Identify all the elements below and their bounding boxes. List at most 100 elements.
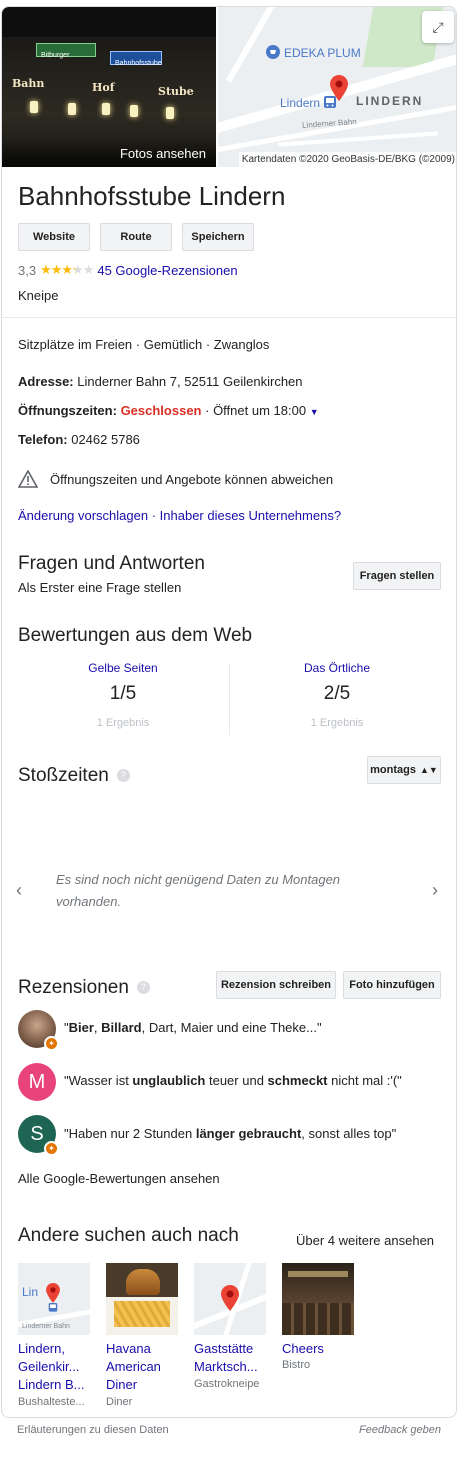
hours-row[interactable]: Öffnungszeiten: Geschlossen · Öffnet um … — [18, 403, 319, 418]
divider — [229, 663, 230, 735]
feedback-link[interactable]: Feedback geben — [359, 1424, 441, 1436]
web-review-source-name[interactable]: Gelbe Seiten — [18, 661, 228, 675]
address-label: Adresse: — [18, 374, 74, 389]
thumbnail-map[interactable]: Lin Linderner Bahn — [18, 1263, 90, 1335]
owner-link[interactable]: Inhaber dieses Unternehmens? — [160, 508, 341, 523]
item-name-line: Marktsch... — [194, 1359, 258, 1374]
photos-label[interactable]: Fotos ansehen — [2, 139, 216, 167]
map-credit: Kartendaten ©2020 GeoBasis-DE/BKG (©2009… — [238, 152, 456, 167]
business-photo[interactable]: Bitburger Bahnhofsstube Bahn Hof Stube F… — [2, 7, 216, 167]
map-thumbnail[interactable]: EDEKA PLUM Lindern LINDERN Linderner Bah… — [218, 7, 456, 167]
highlight: unglaublich — [132, 1073, 206, 1088]
photo-tables — [282, 1303, 354, 1335]
avatar: S ✦ — [18, 1115, 59, 1156]
save-button[interactable]: Speichern — [182, 223, 254, 251]
photo-lights — [288, 1271, 348, 1277]
map-label-place: Lindern — [280, 96, 321, 110]
also-search-title: Andere suchen auch nach — [18, 1225, 239, 1246]
expand-icon[interactable]: ⤢ — [422, 11, 454, 43]
rating-value: 3,3 — [18, 262, 37, 278]
chevron-down-icon[interactable]: ▼ — [310, 407, 319, 417]
photo-sign-bitburger: Bitburger — [36, 43, 96, 59]
location-pin-icon — [221, 1285, 239, 1311]
map-label-road: Linderner Bahn — [22, 1323, 70, 1330]
help-icon[interactable]: ? — [116, 769, 130, 783]
thumbnail-map[interactable] — [194, 1263, 266, 1335]
popular-times-header: Stoßzeiten? — [18, 765, 130, 787]
map-road — [218, 101, 456, 154]
review-snippet[interactable]: "Bier, Billard, Dart, Maier und eine The… — [64, 1020, 322, 1035]
also-search-item[interactable]: Cheers — [282, 1340, 324, 1358]
day-select[interactable]: montags ▲▼ — [367, 756, 441, 784]
reviews-title: Rezensionen — [18, 977, 129, 998]
chevron-left-icon[interactable]: ‹ — [16, 880, 22, 901]
thumbnail-food-photo[interactable] — [106, 1263, 178, 1335]
add-photo-button[interactable]: Foto hinzufügen — [343, 971, 441, 999]
website-button[interactable]: Website — [18, 223, 90, 251]
photo-sign-text: Bitburger — [41, 52, 70, 59]
item-name-line: Havana — [106, 1341, 151, 1356]
hours-label: Öffnungszeiten: — [18, 403, 117, 418]
also-search-item[interactable]: Gaststätte Marktsch... — [194, 1340, 258, 1376]
thumbnail-interior-photo[interactable] — [282, 1263, 354, 1335]
ask-first-link[interactable]: Als Erster eine Frage stellen — [18, 580, 181, 595]
web-review-source-name[interactable]: Das Örtliche — [232, 661, 442, 675]
popular-times-title: Stoßzeiten — [18, 765, 109, 786]
divider — [2, 317, 456, 318]
highlight: Billard — [101, 1020, 142, 1035]
avatar-letter: M — [28, 1070, 46, 1093]
local-guide-badge-icon: ✦ — [44, 1036, 59, 1051]
highlight: länger gebraucht — [195, 1126, 302, 1141]
phone-label: Telefon: — [18, 432, 68, 447]
quote-text: "Wasser ist — [64, 1073, 133, 1088]
all-reviews-link[interactable]: Alle Google-Bewertungen ansehen — [18, 1171, 220, 1186]
avatar-letter: S — [30, 1122, 44, 1145]
bus-stop-icon — [48, 1303, 58, 1312]
highlight: schmeckt — [267, 1073, 328, 1088]
item-category: Diner — [106, 1396, 133, 1408]
attributes: Sitzplätze im Freien · Gemütlich · Zwang… — [18, 337, 270, 352]
photo-fries — [114, 1301, 170, 1327]
review-snippet[interactable]: "Wasser ist unglaublich teuer und schmec… — [64, 1073, 402, 1088]
write-review-button[interactable]: Rezension schreiben — [216, 971, 336, 999]
photo-sign-name: Bahnhofsstube — [110, 51, 162, 67]
photo-window — [68, 103, 76, 115]
reviews-link[interactable]: 45 Google-Rezensionen — [97, 263, 237, 278]
avatar: ✦ — [18, 1010, 59, 1051]
business-name: Bahnhofsstube Lindern — [18, 181, 286, 211]
avatar: M — [18, 1063, 56, 1101]
phone-value[interactable]: 02462 5786 — [71, 432, 140, 447]
ask-question-button[interactable]: Fragen stellen — [353, 562, 441, 590]
item-name-line: American — [106, 1359, 161, 1374]
map-label-town: LINDERN — [356, 94, 424, 108]
item-name-line: Cheers — [282, 1341, 324, 1356]
web-review-source[interactable]: Das Örtliche 2/5 1 Ergebnis — [232, 661, 442, 729]
local-guide-badge-icon: ✦ — [44, 1141, 59, 1156]
rating-row: 3,3 ★★★★★ 45 Google-Rezensionen — [18, 262, 238, 278]
warning-row: Öffnungszeiten und Angebote können abwei… — [18, 470, 333, 488]
photo-burger — [126, 1269, 160, 1295]
chevron-right-icon[interactable]: › — [432, 880, 438, 901]
more-link[interactable]: Über 4 weitere ansehen — [296, 1233, 434, 1248]
help-icon[interactable]: ? — [136, 981, 150, 995]
item-name-line: Lindern B... — [18, 1377, 85, 1392]
star-rating-icon: ★★★★★ — [40, 262, 94, 277]
review-snippet[interactable]: "Haben nur 2 Stunden länger gebraucht, s… — [64, 1126, 396, 1141]
photo-window — [166, 107, 174, 119]
photo-word: Stube — [158, 85, 194, 98]
route-button[interactable]: Route — [100, 223, 172, 251]
qa-title: Fragen und Antworten — [18, 553, 205, 574]
quote-text: nicht mal :'(" — [327, 1073, 402, 1088]
data-explanation-link[interactable]: Erläuterungen zu diesen Daten — [17, 1424, 169, 1436]
warning-icon — [18, 470, 38, 488]
no-data-message: Es sind noch nicht genügend Daten zu Mon… — [56, 872, 341, 909]
also-search-item[interactable]: Havana American Diner — [106, 1340, 161, 1394]
reviews-header: Rezensionen? — [18, 977, 150, 999]
separator: · — [148, 508, 160, 523]
edit-links-row: Änderung vorschlagen · Inhaber dieses Un… — [18, 508, 341, 523]
web-review-source[interactable]: Gelbe Seiten 1/5 1 Ergebnis — [18, 661, 228, 729]
bus-stop-icon — [324, 96, 336, 108]
also-search-item[interactable]: Lindern, Geilenkir... Lindern B... — [18, 1340, 85, 1394]
suggest-edit-link[interactable]: Änderung vorschlagen — [18, 508, 148, 523]
address-row: Adresse: Linderner Bahn 7, 52511 Geilenk… — [18, 374, 303, 389]
